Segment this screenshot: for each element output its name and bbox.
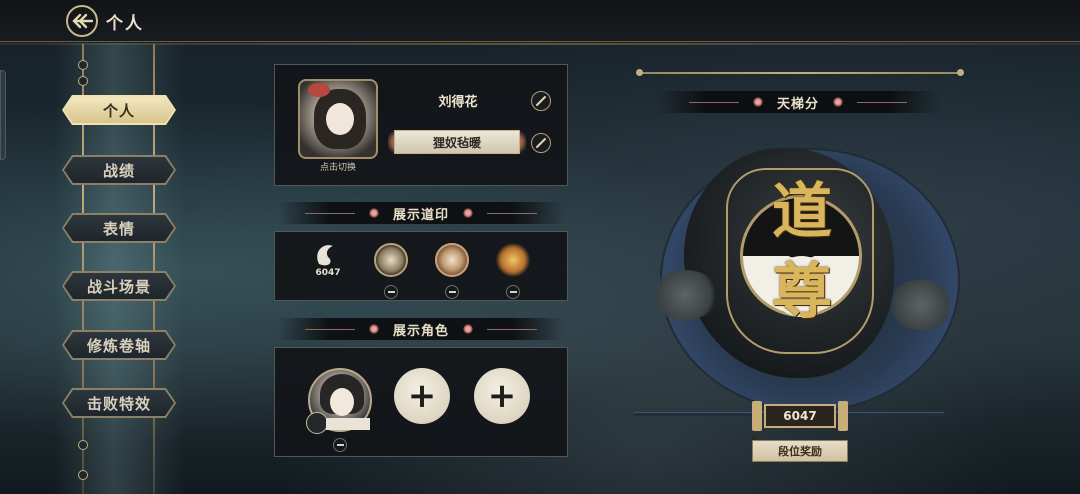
edge-handle[interactable] (0, 70, 6, 160)
remove-seal-button[interactable] (445, 285, 459, 299)
divider-line (487, 328, 537, 330)
divider-line (487, 212, 537, 214)
seal-slot-1[interactable] (311, 238, 345, 272)
sidebar-item-emotes[interactable]: 表情 (62, 213, 176, 243)
sidebar-item-label: 表情 (64, 215, 174, 241)
avatar-bow-shape (308, 83, 330, 97)
rail-knot-decoration (78, 470, 88, 480)
character-face-shape (330, 388, 354, 416)
sidebar-item-label: 战绩 (64, 157, 174, 183)
add-character-button[interactable]: + (474, 368, 530, 424)
flower-ornament-icon (368, 208, 379, 218)
player-title-plate[interactable]: 狸奴毡暖 (394, 130, 520, 154)
remove-seal-button[interactable] (506, 285, 520, 299)
ladder-score: 6047 (764, 404, 836, 428)
remove-character-button[interactable] (333, 438, 347, 452)
taiji-fish-icon (317, 245, 334, 266)
ladder-header-label: 天梯分 (776, 96, 819, 112)
seal-count-label: 6047 (315, 268, 341, 278)
rail-knot-decoration (78, 440, 88, 450)
sidebar-item-label: 修炼卷轴 (64, 332, 174, 358)
back-button[interactable] (66, 5, 98, 37)
player-name: 刘得花 (438, 95, 478, 110)
sidebar-item-scroll[interactable]: 修炼卷轴 (62, 330, 176, 360)
rank-glyph-bottom: 尊 (772, 257, 832, 327)
divider-line (688, 101, 739, 103)
score-cap-right (838, 401, 848, 431)
back-arrow-icon (72, 13, 93, 29)
rail-knot-decoration (78, 76, 88, 86)
seal-slot-3[interactable] (435, 243, 469, 277)
rank-glyph-top: 道 (772, 177, 832, 247)
sidebar-item-battle-scene[interactable]: 战斗场景 (62, 271, 176, 301)
rail-knot-decoration (78, 60, 88, 70)
pencil-icon (536, 138, 546, 148)
characters-section-header: 展示角色 (278, 318, 564, 340)
sidebar-item-label: 个人 (64, 97, 174, 123)
remove-seal-button[interactable] (384, 285, 398, 299)
avatar-face-shape (326, 103, 354, 135)
divider-line (857, 101, 907, 103)
sidebar-item-record[interactable]: 战绩 (62, 155, 176, 185)
ladder-top-divider (636, 69, 964, 76)
edit-name-button[interactable] (531, 91, 551, 111)
character-level-plate (326, 418, 370, 430)
score-cap-left (752, 401, 762, 431)
sidebar-item-profile[interactable]: 个人 (62, 95, 176, 125)
seals-header-label: 展示道印 (392, 207, 449, 223)
sidebar-item-label: 击败特效 (64, 390, 174, 416)
sidebar-item-label: 战斗场景 (64, 273, 174, 299)
flower-ornament-icon (463, 324, 473, 334)
sidebar-item-defeat-effect[interactable]: 击败特效 (62, 388, 176, 418)
flower-ornament-icon (463, 208, 473, 218)
flower-ornament-icon (833, 97, 843, 107)
seals-section-header: 展示道印 (278, 202, 564, 224)
cloud-decoration (650, 270, 720, 320)
page-title: 个人 (106, 14, 144, 34)
seal-slot-4[interactable] (496, 243, 530, 277)
divider-line (304, 328, 355, 330)
player-avatar[interactable] (298, 79, 378, 159)
plus-icon: + (487, 376, 517, 416)
divider-line (304, 212, 355, 214)
rank-reward-button[interactable]: 段位奖励 (752, 440, 848, 462)
pencil-icon (536, 96, 546, 106)
seal-slot-2[interactable] (374, 243, 408, 277)
plus-icon: + (407, 376, 437, 416)
add-character-button[interactable]: + (394, 368, 450, 424)
top-bar: 个人 (0, 0, 1080, 45)
flower-ornament-icon (752, 97, 763, 107)
edit-title-button[interactable] (531, 133, 551, 153)
characters-header-label: 展示角色 (392, 323, 449, 339)
avatar-switch-caption: 点击切换 (319, 163, 356, 173)
ladder-section-header: 天梯分 (656, 91, 940, 113)
character-badge-icon (306, 412, 328, 434)
cloud-decoration (886, 280, 956, 330)
flower-ornament-icon (368, 324, 379, 334)
